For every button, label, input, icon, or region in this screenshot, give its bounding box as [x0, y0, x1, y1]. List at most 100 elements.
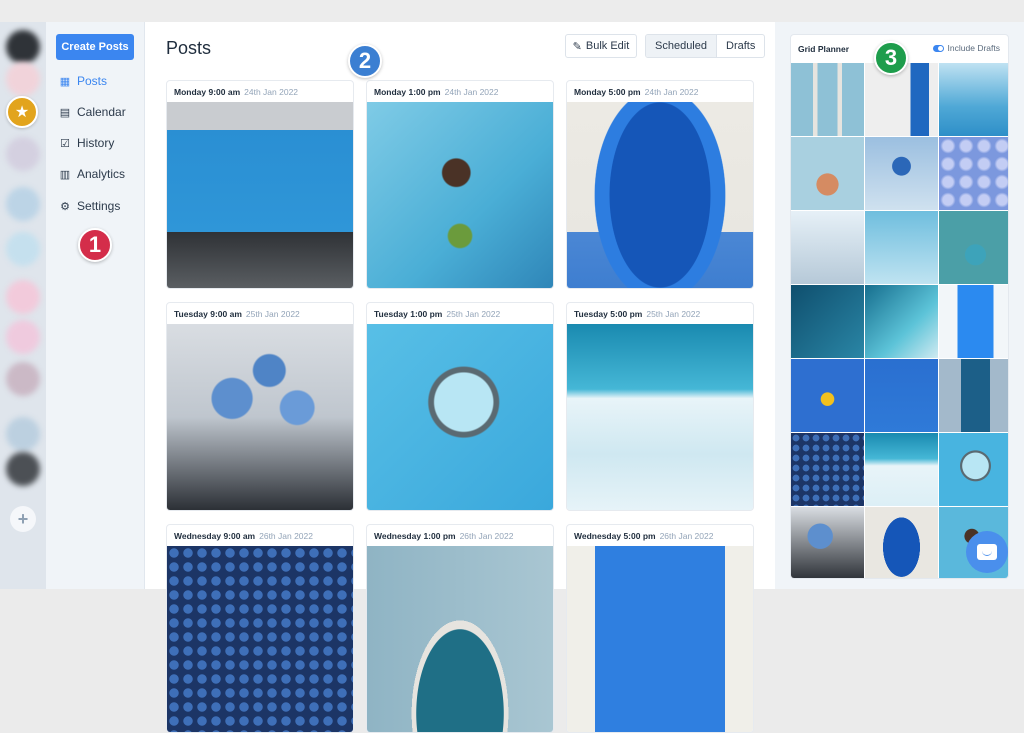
- edit-icon: ✎: [572, 40, 582, 53]
- post-card[interactable]: Tuesday 5:00 pm 25th Jan 2022: [566, 302, 754, 511]
- post-date: 26th Jan 2022: [259, 530, 313, 541]
- post-card[interactable]: Wednesday 5:00 pm 26th Jan 2022: [566, 524, 754, 733]
- grid-tile[interactable]: [791, 507, 864, 578]
- account-avatar[interactable]: [6, 232, 40, 266]
- grid-tile[interactable]: [939, 63, 1008, 136]
- post-card[interactable]: Monday 1:00 pm 24th Jan 2022: [366, 80, 554, 289]
- bulk-edit-label: Bulk Edit: [585, 40, 630, 52]
- grid-preview: [791, 63, 1008, 578]
- step-badge-2: 2: [348, 44, 382, 78]
- post-time: Tuesday 1:00 pm: [374, 308, 443, 319]
- chat-bubble-icon: [977, 544, 997, 560]
- account-avatar[interactable]: [6, 362, 40, 396]
- post-time: Wednesday 1:00 pm: [374, 530, 456, 541]
- post-time: Wednesday 5:00 pm: [574, 530, 656, 541]
- bulk-edit-button[interactable]: ✎ Bulk Edit: [565, 34, 637, 58]
- post-time: Monday 9:00 am: [174, 86, 241, 97]
- sidebar-item-label: Analytics: [77, 167, 126, 181]
- grid-tile[interactable]: [865, 285, 938, 358]
- grid-tile[interactable]: [865, 137, 938, 210]
- gear-icon: ⚙: [60, 200, 70, 213]
- account-avatar[interactable]: [6, 137, 40, 171]
- post-card[interactable]: Tuesday 9:00 am 25th Jan 2022: [166, 302, 354, 511]
- post-card[interactable]: Wednesday 1:00 pm 26th Jan 2022: [366, 524, 554, 733]
- post-date: 26th Jan 2022: [459, 530, 514, 541]
- post-image: [367, 546, 553, 732]
- grid-tile[interactable]: [865, 359, 938, 432]
- grid-tile[interactable]: [939, 211, 1008, 284]
- post-date: 25th Jan 2022: [245, 308, 300, 319]
- account-rail: ★ +: [0, 22, 46, 589]
- page-title: Posts: [166, 38, 212, 58]
- window-top-bar: [0, 0, 1024, 22]
- post-date: 25th Jan 2022: [446, 308, 501, 319]
- grid-tile[interactable]: [865, 211, 938, 284]
- post-image: [567, 546, 753, 732]
- post-image: [567, 324, 753, 510]
- post-image: [167, 546, 353, 732]
- grid-tile[interactable]: [791, 433, 864, 506]
- post-date: 25th Jan 2022: [646, 308, 701, 319]
- grid-planner-title: Grid Planner: [798, 44, 850, 54]
- grid-tile[interactable]: [939, 433, 1008, 506]
- post-image: [167, 102, 353, 288]
- post-time: Monday 5:00 pm: [574, 86, 641, 97]
- sidebar-item-settings[interactable]: ⚙ Settings: [59, 199, 120, 213]
- account-avatar[interactable]: [6, 187, 40, 221]
- sidebar-item-calendar[interactable]: ▤ Calendar: [59, 105, 126, 119]
- grid-planner: Grid Planner Include Drafts: [790, 34, 1009, 579]
- post-date: 24th Jan 2022: [444, 86, 499, 97]
- grid-tile[interactable]: [791, 137, 864, 210]
- post-image: [367, 102, 553, 288]
- tab-drafts[interactable]: Drafts: [717, 35, 764, 57]
- grid-tile[interactable]: [865, 433, 938, 506]
- favorite-star-icon[interactable]: ★: [6, 96, 38, 128]
- sidebar-item-history[interactable]: ☑ History: [59, 136, 114, 150]
- account-avatar[interactable]: [6, 320, 40, 354]
- sidebar-item-label: Settings: [77, 199, 121, 213]
- grid-tile[interactable]: [791, 63, 864, 136]
- grid-tile[interactable]: [791, 211, 864, 284]
- grid-icon: ▦: [59, 75, 71, 88]
- post-time: Monday 1:00 pm: [374, 86, 441, 97]
- step-badge-1: 1: [78, 228, 112, 262]
- grid-tile[interactable]: [939, 285, 1008, 358]
- post-filter-tabs: Scheduled Drafts: [645, 34, 766, 58]
- include-drafts-toggle[interactable]: Include Drafts: [932, 43, 1000, 53]
- account-avatar[interactable]: [6, 62, 40, 96]
- sidebar-nav: Create Posts ▦ Posts ▤ Calendar ☑ Histor…: [46, 22, 145, 589]
- grid-tile[interactable]: [865, 63, 938, 136]
- create-posts-button[interactable]: Create Posts: [56, 34, 134, 60]
- post-card[interactable]: Tuesday 1:00 pm 25th Jan 2022: [366, 302, 554, 511]
- posts-panel: Posts ✎ Bulk Edit Scheduled Drafts Monda…: [145, 22, 775, 733]
- toggle-switch-icon[interactable]: [932, 44, 944, 52]
- post-date: 24th Jan 2022: [244, 86, 299, 97]
- chat-support-button[interactable]: [966, 531, 1008, 573]
- sidebar-item-posts[interactable]: ▦ Posts: [59, 74, 107, 88]
- post-time: Wednesday 9:00 am: [174, 530, 256, 541]
- account-avatar[interactable]: [6, 280, 40, 314]
- grid-tile[interactable]: [939, 137, 1008, 210]
- post-time: Tuesday 5:00 pm: [574, 308, 643, 319]
- calendar-check-icon: ☑: [60, 137, 70, 150]
- post-card[interactable]: Wednesday 9:00 am 26th Jan 2022: [166, 524, 354, 733]
- account-avatar[interactable]: [6, 452, 40, 486]
- grid-tile[interactable]: [791, 359, 864, 432]
- post-date: 24th Jan 2022: [644, 86, 699, 97]
- step-badge-3: 3: [874, 41, 908, 75]
- grid-tile[interactable]: [865, 507, 938, 578]
- bar-chart-icon: ▥: [59, 168, 71, 181]
- grid-tile[interactable]: [939, 359, 1008, 432]
- account-avatar[interactable]: [6, 417, 40, 451]
- account-avatar[interactable]: [6, 30, 40, 64]
- post-time: Tuesday 9:00 am: [174, 308, 242, 319]
- tab-scheduled[interactable]: Scheduled: [646, 35, 717, 57]
- post-card[interactable]: Monday 5:00 pm 24th Jan 2022: [566, 80, 754, 289]
- grid-tile[interactable]: [791, 285, 864, 358]
- include-drafts-label: Include Drafts: [947, 43, 1000, 53]
- calendar-icon: ▤: [59, 106, 71, 119]
- post-card[interactable]: Monday 9:00 am 24th Jan 2022: [166, 80, 354, 289]
- add-account-button[interactable]: +: [10, 506, 36, 532]
- sidebar-item-analytics[interactable]: ▥ Analytics: [59, 167, 125, 181]
- post-image: [567, 102, 753, 288]
